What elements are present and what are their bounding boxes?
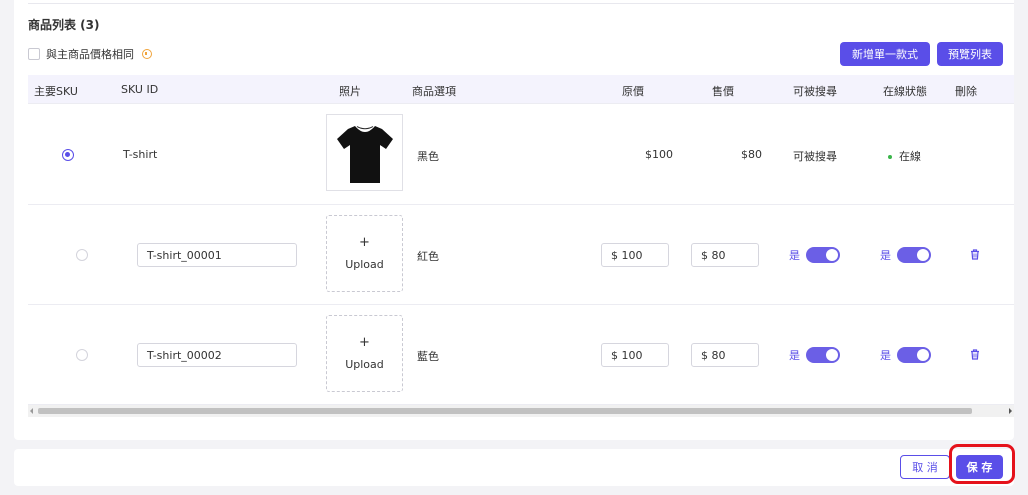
searchable-toggle-label: 是: [789, 349, 800, 362]
searchable-text: 可被搜尋: [793, 150, 837, 163]
status-toggle-label: 是: [880, 349, 891, 362]
trash-icon[interactable]: [970, 349, 980, 360]
section-title: 商品列表 (3): [28, 18, 100, 32]
variant-option: 紅色: [417, 250, 439, 263]
footer-bar: 取 消 保 存: [14, 444, 1015, 486]
status-toggle[interactable]: [897, 247, 931, 263]
upload-button[interactable]: + Upload: [326, 215, 403, 292]
original-price-input[interactable]: $ 100: [601, 343, 669, 367]
status-dot-icon: [888, 155, 892, 159]
status-toggle-group: 是: [880, 347, 931, 363]
header-option: 商品選項: [412, 85, 456, 98]
primary-sku-radio[interactable]: [62, 149, 74, 161]
searchable-toggle[interactable]: [806, 347, 840, 363]
status-toggle[interactable]: [897, 347, 931, 363]
scroll-left-icon[interactable]: [30, 408, 33, 414]
trash-icon[interactable]: [970, 249, 980, 260]
searchable-toggle-group: 是: [789, 347, 840, 363]
plus-icon: +: [359, 235, 370, 250]
product-photo[interactable]: [326, 114, 403, 191]
scroll-right-icon[interactable]: [1009, 408, 1012, 414]
divider: [28, 3, 1014, 4]
header-sale-price: 售價: [712, 85, 734, 98]
primary-sku-radio[interactable]: [76, 349, 88, 361]
header-searchable: 可被搜尋: [793, 85, 837, 98]
table-row: T-shirt 黑色 $100 $80 可被搜尋 在線: [28, 104, 1014, 205]
cancel-button[interactable]: 取 消: [900, 455, 950, 479]
sale-price: $80: [741, 148, 762, 161]
sku-id: T-shirt: [123, 148, 158, 161]
same-price-checkbox[interactable]: [28, 48, 40, 60]
table-row: T-shirt_00002 + Upload 藍色 $ 100 $ 80 是 是: [28, 305, 1014, 405]
same-price-label: 與主商品價格相同: [46, 48, 134, 61]
original-price: $100: [645, 148, 673, 161]
original-price-input[interactable]: $ 100: [601, 243, 669, 267]
status-online: 在線: [888, 148, 921, 164]
same-price-option[interactable]: 與主商品價格相同: [28, 46, 152, 62]
table-header: 主要SKU SKU ID 照片 商品選項 原價 售價 可被搜尋 在線狀態 刪除: [28, 75, 1014, 104]
horizontal-scrollbar[interactable]: [28, 405, 1014, 417]
sku-id-input[interactable]: T-shirt_00001: [137, 243, 297, 267]
save-highlight-box: [949, 444, 1015, 484]
status-label: 在線: [899, 150, 921, 163]
upload-label: Upload: [345, 258, 384, 271]
header-photo: 照片: [339, 85, 361, 98]
variant-option: 藍色: [417, 350, 439, 363]
product-list-card: 商品列表 (3) 與主商品價格相同 新增單一款式 預覽列表 主要SKU SKU …: [14, 0, 1014, 440]
info-icon[interactable]: [142, 49, 152, 59]
primary-sku-radio[interactable]: [76, 249, 88, 261]
plus-icon: +: [359, 335, 370, 350]
header-primary-sku: 主要SKU: [34, 85, 78, 98]
add-variant-button[interactable]: 新增單一款式: [840, 42, 930, 66]
header-original-price: 原價: [622, 85, 644, 98]
status-toggle-group: 是: [880, 247, 931, 263]
preview-list-button[interactable]: 預覽列表: [937, 42, 1003, 66]
header-delete: 刪除: [955, 85, 977, 98]
scrollbar-thumb[interactable]: [38, 408, 972, 414]
searchable-toggle[interactable]: [806, 247, 840, 263]
sku-id-input[interactable]: T-shirt_00002: [137, 343, 297, 367]
status-toggle-label: 是: [880, 249, 891, 262]
header-sku-id: SKU ID: [121, 83, 159, 96]
variant-option: 黑色: [417, 150, 439, 163]
sale-price-input[interactable]: $ 80: [691, 343, 759, 367]
tshirt-image: [337, 126, 393, 183]
searchable-toggle-group: 是: [789, 247, 840, 263]
table-row: T-shirt_00001 + Upload 紅色 $ 100 $ 80 是 是: [28, 205, 1014, 305]
searchable-toggle-label: 是: [789, 249, 800, 262]
header-status: 在線狀態: [883, 85, 927, 98]
upload-label: Upload: [345, 358, 384, 371]
upload-button[interactable]: + Upload: [326, 315, 403, 392]
sale-price-input[interactable]: $ 80: [691, 243, 759, 267]
